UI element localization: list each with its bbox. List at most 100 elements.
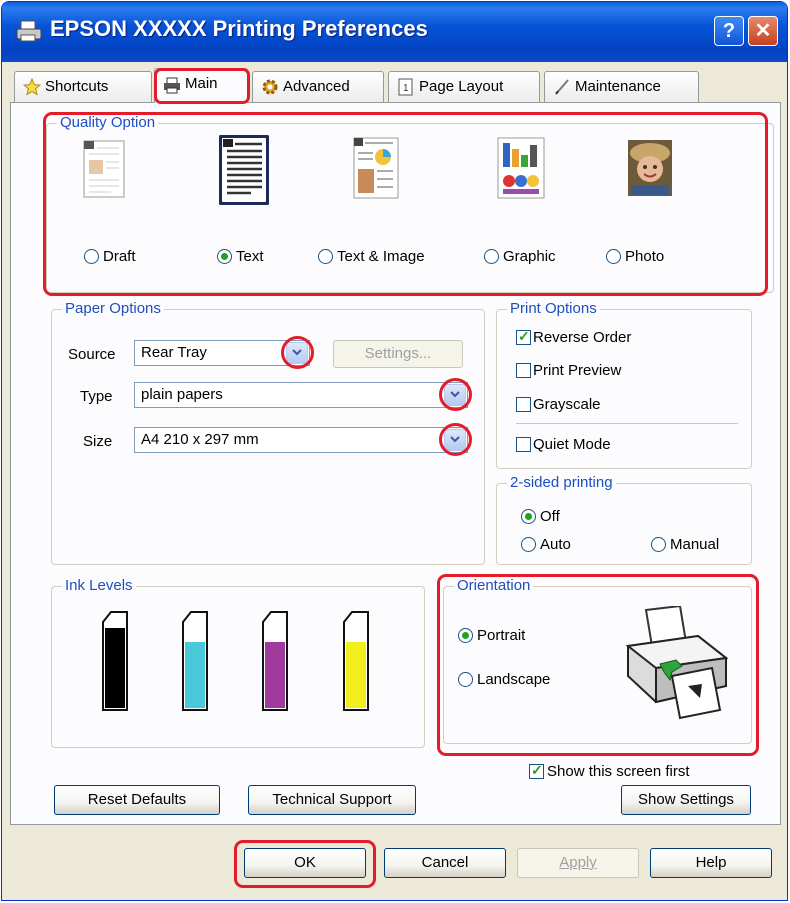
quiet-mode-label: Quiet Mode bbox=[533, 435, 611, 453]
grayscale-checkbox[interactable] bbox=[516, 396, 531, 412]
draft-label: Draft bbox=[103, 247, 136, 265]
reverse-order-label: Reverse Order bbox=[533, 328, 632, 346]
landscape-option[interactable]: Landscape bbox=[458, 670, 550, 688]
show-settings-button[interactable]: Show Settings bbox=[621, 785, 751, 815]
main-tab-highlight bbox=[154, 68, 250, 104]
yellow-ink-cartridge bbox=[343, 611, 369, 711]
size-select[interactable]: A4 210 x 297 mm bbox=[134, 427, 468, 453]
graphic-label: Graphic bbox=[503, 247, 556, 265]
type-label: Type bbox=[80, 388, 113, 405]
text-label: Text bbox=[236, 247, 264, 265]
close-button[interactable]: ✕ bbox=[748, 16, 778, 46]
two-sided-auto-option[interactable]: Auto bbox=[521, 535, 571, 553]
quiet-mode-checkbox[interactable] bbox=[516, 436, 531, 452]
source-value: Rear Tray bbox=[141, 344, 207, 361]
printer-app-icon bbox=[16, 20, 42, 42]
help-button[interactable]: Help bbox=[650, 848, 772, 878]
type-select[interactable]: plain papers bbox=[134, 382, 468, 408]
photo-radio[interactable] bbox=[606, 248, 621, 264]
ok-button-highlight bbox=[234, 840, 376, 888]
auto-radio[interactable] bbox=[521, 536, 536, 552]
settings-button[interactable]: Settings... bbox=[333, 340, 463, 368]
print-preview-checkbox[interactable] bbox=[516, 362, 531, 378]
grayscale-option[interactable]: Grayscale bbox=[516, 395, 601, 413]
tab-advanced[interactable]: Advanced bbox=[252, 71, 384, 102]
size-value: A4 210 x 297 mm bbox=[141, 431, 259, 448]
main-tab-panel: Quality Option Draft Text Text & Image G… bbox=[10, 102, 781, 825]
svg-text:1: 1 bbox=[403, 83, 409, 94]
quality-text-image-option[interactable]: Text & Image bbox=[318, 247, 425, 265]
ink-levels-label: Ink Levels bbox=[62, 577, 136, 594]
window-title: EPSON XXXXX Printing Preferences bbox=[50, 16, 428, 41]
source-label: Source bbox=[68, 346, 116, 363]
draft-page-icon bbox=[83, 140, 125, 198]
apply-button[interactable]: Apply bbox=[517, 848, 639, 878]
tab-advanced-label: Advanced bbox=[283, 78, 350, 95]
tab-shortcuts-label: Shortcuts bbox=[45, 78, 109, 95]
print-options-label: Print Options bbox=[507, 300, 600, 317]
quality-graphic-option[interactable]: Graphic bbox=[484, 247, 556, 265]
tab-maintenance-label: Maintenance bbox=[575, 78, 661, 95]
auto-label: Auto bbox=[540, 535, 571, 553]
landscape-label: Landscape bbox=[477, 670, 551, 688]
print-preview-label: Print Preview bbox=[533, 361, 622, 379]
size-dropdown-highlight bbox=[439, 423, 472, 456]
size-label: Size bbox=[83, 433, 113, 450]
quality-photo-option[interactable]: Photo bbox=[606, 247, 664, 265]
tab-maintenance[interactable]: Maintenance bbox=[544, 71, 699, 102]
tab-page-layout[interactable]: 1 Page Layout bbox=[388, 71, 540, 102]
portrait-label: Portrait bbox=[477, 626, 526, 644]
orientation-printer-icon bbox=[625, 606, 729, 720]
manual-label: Manual bbox=[670, 535, 720, 553]
print-options-divider bbox=[516, 423, 738, 424]
portrait-option[interactable]: Portrait bbox=[458, 626, 525, 644]
quiet-mode-option[interactable]: Quiet Mode bbox=[516, 435, 611, 453]
two-sided-off-option[interactable]: Off bbox=[521, 507, 560, 525]
reset-defaults-button[interactable]: Reset Defaults bbox=[54, 785, 220, 815]
cancel-button[interactable]: Cancel bbox=[384, 848, 506, 878]
printing-preferences-window: EPSON XXXXX Printing Preferences ? ✕ Sho… bbox=[1, 1, 788, 901]
landscape-radio[interactable] bbox=[458, 671, 473, 687]
tab-page-layout-label: Page Layout bbox=[419, 78, 504, 95]
show-screen-first-label: Show this screen first bbox=[547, 762, 690, 780]
manual-radio[interactable] bbox=[651, 536, 666, 552]
pen-icon bbox=[555, 79, 569, 95]
show-screen-first-option[interactable]: Show this screen first bbox=[529, 762, 690, 780]
black-ink-cartridge bbox=[102, 611, 128, 711]
type-dropdown-highlight bbox=[439, 378, 472, 411]
page-icon: 1 bbox=[398, 78, 413, 96]
quality-text-option[interactable]: Text bbox=[217, 247, 264, 265]
star-icon bbox=[23, 78, 41, 96]
graphic-page-icon bbox=[497, 137, 545, 199]
paper-options-label: Paper Options bbox=[62, 300, 164, 317]
print-preview-option[interactable]: Print Preview bbox=[516, 361, 621, 379]
show-screen-first-checkbox[interactable] bbox=[529, 762, 544, 779]
reverse-order-option[interactable]: Reverse Order bbox=[516, 328, 631, 346]
two-sided-printing-label: 2-sided printing bbox=[507, 474, 616, 491]
magenta-ink-cartridge bbox=[262, 611, 288, 711]
text-page-icon bbox=[219, 135, 269, 205]
source-dropdown-highlight bbox=[281, 336, 314, 369]
type-value: plain papers bbox=[141, 386, 223, 403]
title-bar: EPSON XXXXX Printing Preferences ? ✕ bbox=[2, 2, 787, 62]
gear-icon bbox=[262, 79, 278, 95]
graphic-radio[interactable] bbox=[484, 248, 499, 264]
draft-radio[interactable] bbox=[84, 248, 99, 264]
reverse-order-checkbox[interactable] bbox=[516, 328, 531, 345]
tab-shortcuts[interactable]: Shortcuts bbox=[14, 71, 152, 102]
photo-label: Photo bbox=[625, 247, 665, 265]
two-sided-manual-option[interactable]: Manual bbox=[651, 535, 719, 553]
off-label: Off bbox=[540, 507, 560, 525]
text-image-label: Text & Image bbox=[337, 247, 425, 265]
help-title-button[interactable]: ? bbox=[714, 16, 744, 46]
grayscale-label: Grayscale bbox=[533, 395, 601, 413]
photo-page-icon bbox=[628, 140, 672, 196]
text-radio[interactable] bbox=[217, 248, 232, 264]
text-image-radio[interactable] bbox=[318, 248, 333, 264]
off-radio[interactable] bbox=[521, 508, 536, 524]
text-image-page-icon bbox=[353, 137, 399, 199]
cyan-ink-cartridge bbox=[182, 611, 208, 711]
portrait-radio[interactable] bbox=[458, 627, 473, 643]
quality-draft-option[interactable]: Draft bbox=[84, 247, 136, 265]
technical-support-button[interactable]: Technical Support bbox=[248, 785, 416, 815]
